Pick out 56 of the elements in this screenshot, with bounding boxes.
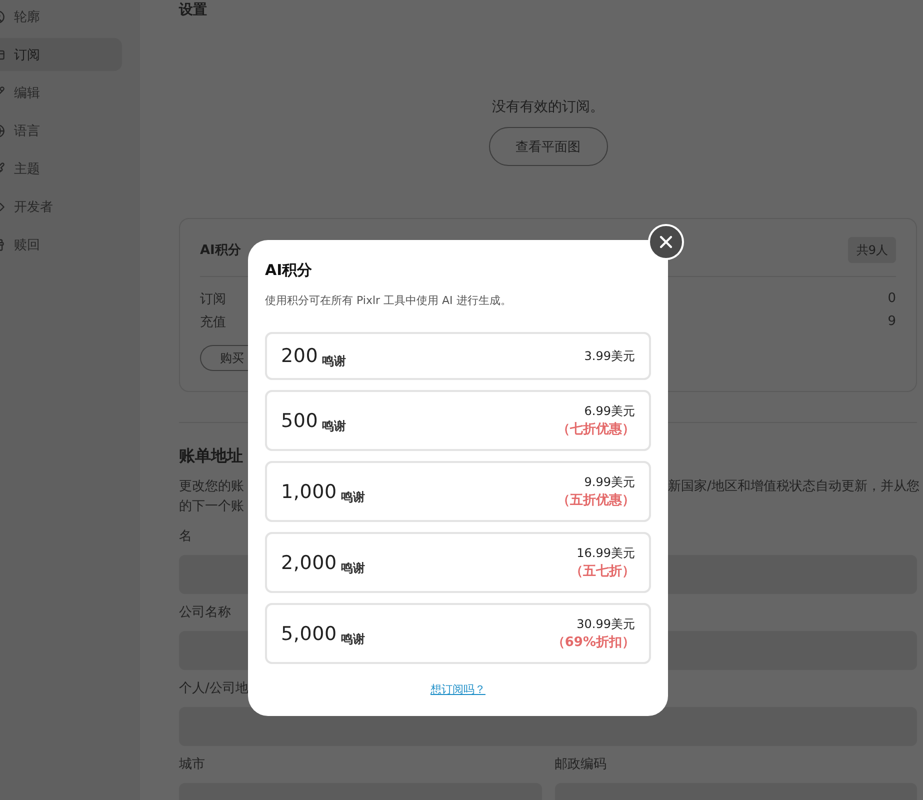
card-title: AI积分 [200,242,241,259]
credit-amount: 500 [281,410,318,432]
row-value: 0 [888,291,896,306]
sidebar-item[interactable]: 订阅 [0,38,122,71]
close-button[interactable] [648,224,684,260]
field-label: 公司名称 [179,604,231,622]
sidebar-item[interactable]: 开发者 [0,190,122,223]
credit-option[interactable]: 500 鸣谢 6.99美元 （七折优惠） [265,390,651,451]
card-icon [0,48,5,62]
field-label: 邮政编码 [554,756,606,774]
discount-text: （69%折扣） [552,634,635,652]
credit-option[interactable]: 200 鸣谢 3.99美元 [265,332,651,380]
credit-unit: 鸣谢 [322,353,346,370]
sidebar-item[interactable]: 赎回 [0,228,122,261]
description-text: 的下一个账 [179,498,244,516]
price-text: 9.99美元 [584,474,635,490]
row-label: 充值 [200,314,226,330]
field-label: 名 [179,528,192,546]
sidebar-item[interactable]: 编辑 [0,76,122,109]
price-text: 6.99美元 [584,402,635,420]
sidebar-item[interactable]: 语言 [0,114,122,147]
credit-amount: 1,000 [281,480,337,502]
discount-text: （七折优惠） [557,420,635,438]
page-title: 设置 [179,1,207,20]
field-label: 个人/公司地 [179,680,248,698]
count-badge: 共9人 [848,237,896,263]
gift-icon [0,238,5,252]
price-text: 30.99美元 [576,616,635,632]
credit-unit: 鸣谢 [340,488,365,506]
price-text: 16.99美元 [576,544,635,562]
credit-unit: 鸣谢 [340,630,365,648]
credit-option[interactable]: 1,000 鸣谢 9.99美元 （五折优惠） [265,461,651,522]
credit-amount: 200 [281,345,318,367]
view-plans-button[interactable]: 查看平面图 [488,127,608,166]
credit-amount: 5,000 [281,622,337,644]
discount-text: （五折优惠） [557,492,635,510]
dialog-description: 使用积分可在所有 Pixlr 工具中使用 AI 进行生成。 [265,293,512,309]
subscribe-link[interactable]: 想订阅吗？ [430,682,486,698]
field-label: 城市 [179,756,205,774]
dialog-title: AI积分 [265,260,312,280]
description-text: 更改您的账 [179,478,244,496]
discount-text: （五七折） [570,562,635,580]
price-text: 3.99美元 [584,348,635,365]
sidebar-item[interactable]: 轮廓 [0,0,122,33]
row-label: 订阅 [200,290,226,308]
credit-option[interactable]: 5,000 鸣谢 30.99美元 （69%折扣） [265,603,651,664]
credit-unit: 鸣谢 [340,560,365,576]
credit-unit: 鸣谢 [322,418,346,434]
sidebar-item[interactable]: 主题 [0,152,122,185]
section-title: 账单地址 [179,445,243,467]
description-text: 新国家/地区和增值税状态自动更新，并从您 [668,478,920,496]
globe-icon [0,124,5,138]
credit-amount: 2,000 [281,552,337,574]
empty-message: 没有有效的订阅。 [492,98,604,116]
row-value: 9 [888,314,896,329]
credit-option[interactable]: 2,000 鸣谢 16.99美元 （五七折） [265,532,651,593]
